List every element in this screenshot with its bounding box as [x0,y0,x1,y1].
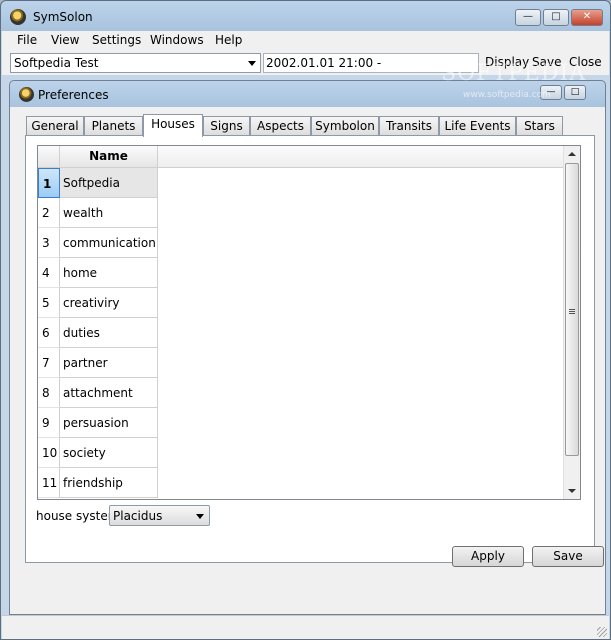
table-row[interactable]: 4 home [38,258,158,288]
datetime-value: 2002.01.01 21:00 - [266,56,382,70]
menu-view[interactable]: View [51,33,79,47]
chart-selector[interactable]: Softpedia Test [10,53,261,73]
menu-windows[interactable]: Windows [150,33,204,47]
house-name-cell[interactable]: duties [60,318,158,348]
table-row[interactable]: 10 society [38,438,158,468]
house-name-cell[interactable]: creativiry [60,288,158,318]
table-row[interactable]: 6 duties [38,318,158,348]
row-number: 1 [38,168,60,198]
watermark: SOFTPEDIA [441,61,587,86]
main-window: SymSolon — □ ✕ File View Settings Window… [0,0,611,640]
row-number: 6 [38,318,60,348]
window-title: SymSolon [33,10,93,24]
row-number: 2 [38,198,60,228]
resize-grip-icon[interactable] [597,627,607,637]
house-name-cell[interactable]: Softpedia [60,168,158,198]
scroll-thumb[interactable] [565,163,579,456]
tab-symbolon[interactable]: Symbolon [311,116,379,136]
preferences-icon [19,87,34,102]
close-window-button[interactable]: ✕ [571,9,603,26]
table-row[interactable]: 3 communication [38,228,158,258]
tab-signs[interactable]: Signs [203,116,250,136]
tab-transits[interactable]: Transits [379,116,439,136]
title-bar: SymSolon — □ ✕ [1,1,610,31]
row-number: 7 [38,348,60,378]
maximize-icon: □ [551,11,561,22]
tab-stars[interactable]: Stars [516,116,563,136]
row-number: 5 [38,288,60,318]
app-icon [10,9,26,25]
houses-grid[interactable]: Name 1 Softpedia 2 wealth 3 communicatio… [37,145,581,500]
apply-button[interactable]: Apply [452,546,524,567]
tab-planets[interactable]: Planets [84,116,143,136]
minimize-button[interactable]: — [515,9,541,26]
table-row[interactable]: 8 attachment [38,378,158,408]
table-row[interactable]: 7 partner [38,348,158,378]
house-name-cell[interactable]: partner [60,348,158,378]
row-number: 10 [38,438,60,468]
house-system-select[interactable]: Placidus [109,505,210,526]
house-name-cell[interactable]: persuasion [60,408,158,438]
table-row[interactable]: 11 friendship [38,468,158,498]
preferences-dialog: Preferences — □ General Planets Houses S… [9,80,606,615]
house-system-label: house system [36,509,120,523]
table-row[interactable]: 9 persuasion [38,408,158,438]
house-name-cell[interactable]: wealth [60,198,158,228]
scroll-down-icon[interactable] [568,489,576,493]
grip-icon [569,309,575,314]
maximize-icon: □ [570,87,580,97]
tab-life-events[interactable]: Life Events [439,116,516,136]
grid-corner [38,146,60,168]
tab-general[interactable]: General [26,116,84,136]
row-number: 4 [38,258,60,288]
menu-bar: File View Settings Windows Help [2,31,609,51]
scroll-up-icon[interactable] [568,152,576,156]
grid-header-filler [158,146,578,168]
house-name-cell[interactable]: friendship [60,468,158,498]
column-header-name[interactable]: Name [60,146,158,168]
close-icon: ✕ [582,11,592,22]
status-bar [2,615,609,639]
row-number: 9 [38,408,60,438]
pref-maximize-button[interactable]: □ [564,85,586,100]
house-name-cell[interactable]: attachment [60,378,158,408]
chart-selector-value: Softpedia Test [14,56,99,70]
house-system-value: Placidus [113,509,163,523]
menu-file[interactable]: File [17,33,37,47]
table-row[interactable]: 1 Softpedia [38,168,158,198]
house-name-cell[interactable]: home [60,258,158,288]
table-row[interactable]: 2 wealth [38,198,158,228]
row-number: 3 [38,228,60,258]
house-name-cell[interactable]: society [60,438,158,468]
tab-aspects[interactable]: Aspects [250,116,311,136]
grid-vertical-scrollbar[interactable] [563,146,580,499]
dropdown-arrow-icon [248,61,256,66]
row-number: 8 [38,378,60,408]
preferences-title: Preferences [38,88,109,102]
maximize-button[interactable]: □ [543,9,569,26]
house-name-cell[interactable]: communication [60,228,158,258]
watermark-url: www.softpedia.com [463,90,551,100]
menu-help[interactable]: Help [215,33,242,47]
minimize-icon: — [523,11,533,22]
tab-houses[interactable]: Houses [143,114,203,137]
table-row[interactable]: 5 creativiry [38,288,158,318]
row-number: 11 [38,468,60,498]
houses-panel: Name 1 Softpedia 2 wealth 3 communicatio… [25,135,595,563]
menu-settings[interactable]: Settings [92,33,141,47]
dropdown-arrow-icon [196,514,204,519]
save-button[interactable]: Save [532,546,604,567]
